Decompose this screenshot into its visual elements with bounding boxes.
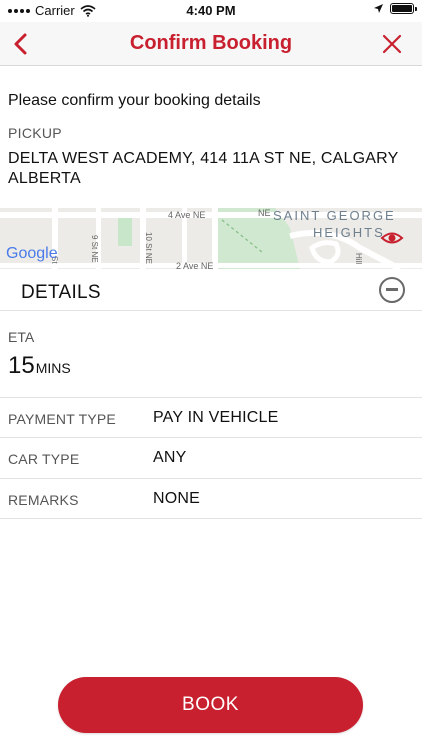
remarks-label: REMARKS	[8, 492, 79, 508]
eta-value: 15 MINS	[8, 352, 71, 380]
location-arrow-icon	[374, 4, 383, 13]
status-time: 4:40 PM	[186, 3, 236, 18]
battery-fill	[392, 5, 412, 12]
map-label-2-ave: 2 Ave NE	[176, 261, 213, 269]
collapse-details-icon[interactable]	[379, 277, 405, 303]
page-title: Confirm Booking	[129, 32, 293, 54]
eta-label: ETA	[8, 329, 35, 345]
remarks-row: REMARKS NONE	[0, 478, 422, 518]
details-title: DETAILS	[21, 282, 101, 303]
map-view[interactable]: 4 Ave NE 2 Ave NE NE SAINT GEORGE HEIGHT…	[0, 208, 422, 269]
confirm-instruction: Please confirm your booking details	[8, 92, 261, 109]
pickup-address: DELTA WEST ACADEMY, 414 11A ST NE, CALGA…	[8, 150, 399, 187]
status-right	[373, 3, 417, 14]
back-button[interactable]	[8, 28, 36, 60]
nav-bar: Confirm Booking	[0, 22, 422, 66]
map-label-edge-right: Hill	[354, 253, 363, 264]
map-label-4-ave: 4 Ave NE	[168, 210, 205, 220]
chevron-left-icon	[14, 33, 27, 55]
remarks-value: NONE	[153, 490, 201, 507]
google-logo: Google	[6, 245, 58, 262]
payment-type-row: PAYMENT TYPE PAY IN VEHICLE	[0, 397, 422, 437]
eye-icon	[380, 232, 404, 244]
status-bar: Carrier 4:40 PM	[0, 0, 422, 22]
map-label-9-st: 9 St NE	[90, 235, 99, 263]
map-label-10-st: 10 St NE	[144, 232, 153, 264]
payment-type-value: PAY IN VEHICLE	[153, 409, 279, 426]
eye-button[interactable]	[380, 228, 404, 248]
payment-type-label: PAYMENT TYPE	[8, 411, 116, 427]
map-neighbourhood-line2: HEIGHTS	[313, 225, 385, 240]
map-neighbourhood-line1: SAINT GEORGE	[273, 208, 396, 223]
pickup-label: PICKUP	[8, 125, 62, 141]
car-type-row: CAR TYPE ANY	[0, 437, 422, 477]
car-type-label: CAR TYPE	[8, 451, 80, 467]
map-label-edge-left: NE	[258, 208, 271, 218]
close-button[interactable]	[380, 32, 404, 56]
car-type-value: ANY	[153, 449, 187, 466]
details-header[interactable]: DETAILS	[0, 269, 422, 311]
battery-icon	[390, 3, 417, 14]
eta-number: 15	[8, 352, 35, 379]
divider	[0, 518, 422, 519]
book-button[interactable]: BOOK	[58, 677, 363, 733]
map-graphic: 4 Ave NE 2 Ave NE NE SAINT GEORGE HEIGHT…	[0, 208, 422, 269]
close-icon	[382, 34, 402, 54]
eta-unit: MINS	[35, 360, 71, 376]
